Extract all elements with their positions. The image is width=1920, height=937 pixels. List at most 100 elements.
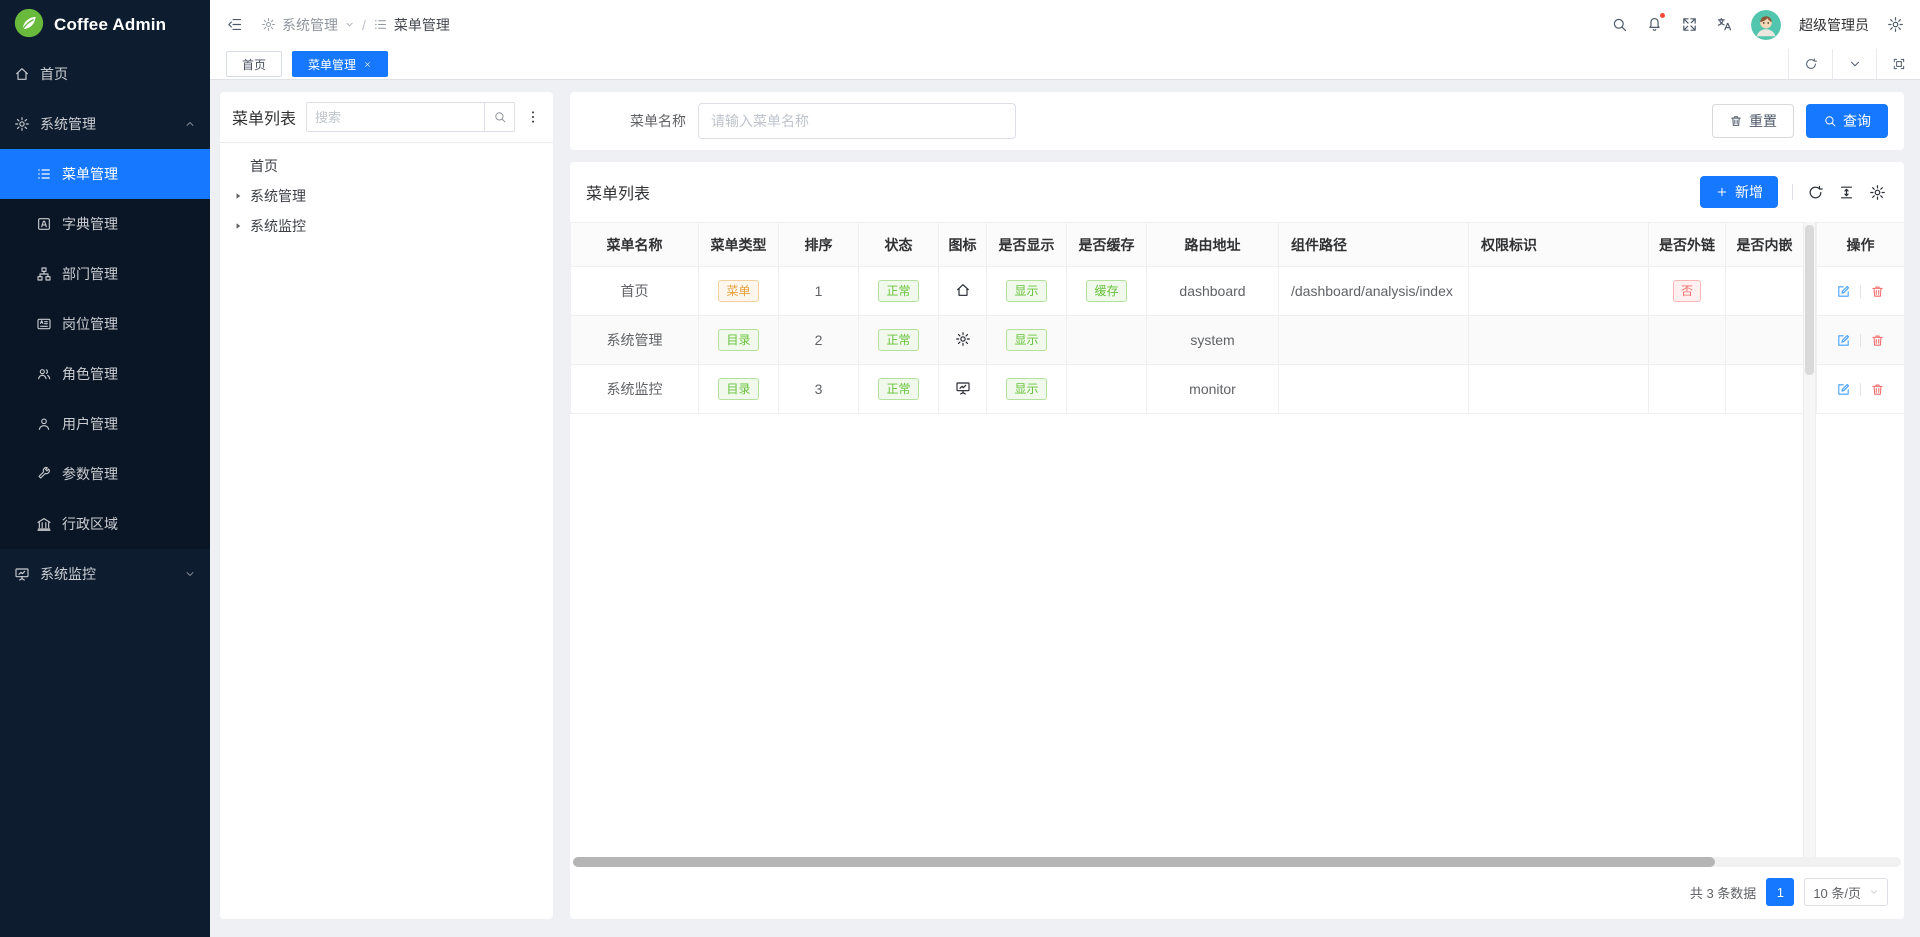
edit-icon[interactable] xyxy=(1836,333,1851,348)
column-header-图标: 图标 xyxy=(939,223,987,267)
filter-card: 菜单名称 重置 查询 xyxy=(570,92,1904,150)
action-divider xyxy=(1860,334,1861,347)
vertical-scrollbar-thumb[interactable] xyxy=(1805,225,1814,375)
menu-name-input[interactable] xyxy=(698,103,1016,139)
row-density-icon[interactable] xyxy=(1838,184,1855,201)
table-row[interactable]: 首页菜单1正常显示缓存dashboard/dashboard/analysis/… xyxy=(571,267,1905,316)
cell-actions xyxy=(1817,316,1905,365)
cell-menu-type: 目录 xyxy=(699,365,779,414)
add-button[interactable]: 新增 xyxy=(1700,176,1778,208)
cell-menu-name: 系统管理 xyxy=(571,316,699,365)
page-size-select[interactable]: 10 条/页 xyxy=(1804,878,1888,906)
sidebar-item-系统监控[interactable]: 系统监控 xyxy=(0,549,210,599)
tree-node-首页[interactable]: 首页 xyxy=(232,151,541,181)
status-badge: 显示 xyxy=(1006,378,1046,400)
search-icon[interactable] xyxy=(1611,16,1628,33)
translate-icon[interactable] xyxy=(1716,16,1733,33)
sidebar-subitem-字典管理[interactable]: 字典管理 xyxy=(0,199,210,249)
table-row[interactable]: 系统监控目录3正常显示monitor xyxy=(571,365,1905,414)
sidebar-subitem-角色管理[interactable]: 角色管理 xyxy=(0,349,210,399)
breadcrumb-item[interactable]: 系统管理 xyxy=(261,15,355,35)
cell-cache: 缓存 xyxy=(1067,267,1147,316)
menu-fold-icon[interactable] xyxy=(226,16,243,33)
edit-icon[interactable] xyxy=(1836,284,1851,299)
table-row[interactable]: 系统管理目录2正常显示system xyxy=(571,316,1905,365)
filter-buttons: 重置 查询 xyxy=(1712,104,1888,138)
search-icon xyxy=(493,110,507,124)
more-options-icon[interactable] xyxy=(525,109,541,125)
monitor-icon xyxy=(955,380,971,396)
breadcrumb: 系统管理 / 菜单管理 xyxy=(261,15,450,35)
maximize-icon xyxy=(1892,57,1906,71)
sidebar-subitem-参数管理[interactable]: 参数管理 xyxy=(0,449,210,499)
column-header-是否外链: 是否外链 xyxy=(1649,223,1726,267)
cell-visible: 显示 xyxy=(987,316,1067,365)
action-divider xyxy=(1860,285,1861,298)
sidebar-item-系统管理[interactable]: 系统管理 xyxy=(0,99,210,149)
menu-list-icon xyxy=(373,17,388,32)
caret-icon xyxy=(232,221,244,231)
fullscreen-icon[interactable] xyxy=(1681,16,1698,33)
column-settings-gear-icon[interactable] xyxy=(1869,184,1886,201)
menu-list-icon xyxy=(36,166,52,182)
breadcrumb-separator: / xyxy=(362,17,366,33)
sidebar-subitem-用户管理[interactable]: 用户管理 xyxy=(0,399,210,449)
tab-菜单管理[interactable]: 菜单管理 xyxy=(292,51,388,77)
trash-icon[interactable] xyxy=(1870,333,1885,348)
cell-icon xyxy=(939,316,987,365)
edit-icon[interactable] xyxy=(1836,382,1851,397)
settings-gear-icon[interactable] xyxy=(1887,16,1904,33)
tab-首页[interactable]: 首页 xyxy=(226,51,282,77)
gear-icon xyxy=(955,331,971,347)
breadcrumb-item[interactable]: 菜单管理 xyxy=(373,15,450,35)
pagination: 共 3 条数据 1 10 条/页 xyxy=(570,867,1904,919)
cell-icon xyxy=(939,365,987,414)
column-header-组件路径: 组件路径 xyxy=(1279,223,1469,267)
avatar[interactable] xyxy=(1751,10,1781,40)
maximize-content-button[interactable] xyxy=(1876,49,1920,79)
search-button[interactable]: 查询 xyxy=(1806,104,1888,138)
chevdown-icon xyxy=(344,19,355,30)
trash-icon[interactable] xyxy=(1870,382,1885,397)
gear-icon xyxy=(14,116,30,132)
username[interactable]: 超级管理员 xyxy=(1799,15,1869,35)
sidebar-subitem-岗位管理[interactable]: 岗位管理 xyxy=(0,299,210,349)
cell-route: monitor xyxy=(1147,365,1279,414)
column-header-排序: 排序 xyxy=(779,223,859,267)
sidebar-menu: 首页系统管理菜单管理字典管理部门管理岗位管理角色管理用户管理参数管理行政区域系统… xyxy=(0,49,210,599)
cell-component xyxy=(1279,365,1469,414)
horizontal-scrollbar-thumb[interactable] xyxy=(573,857,1715,867)
pagination-total: 共 3 条数据 xyxy=(1690,883,1756,902)
tree-node-系统管理[interactable]: 系统管理 xyxy=(232,181,541,211)
status-badge: 正常 xyxy=(878,280,918,302)
tree-search-button[interactable] xyxy=(484,103,514,131)
cell-menu-type: 目录 xyxy=(699,316,779,365)
topbar: 系统管理 / 菜单管理 超级管理员 xyxy=(210,0,1920,49)
sidebar-subitem-行政区域[interactable]: 行政区域 xyxy=(0,499,210,549)
sidebar-item-首页[interactable]: 首页 xyxy=(0,49,210,99)
cell-status: 正常 xyxy=(859,267,939,316)
reset-button[interactable]: 重置 xyxy=(1712,104,1794,138)
main-column: 系统管理/菜单管理 超级管理员 首页菜单管理 xyxy=(210,0,1920,937)
cell-menu-name: 系统监控 xyxy=(571,365,699,414)
refresh-icon[interactable] xyxy=(1807,184,1824,201)
plus-icon xyxy=(1715,185,1729,199)
tab-options-button[interactable] xyxy=(1832,49,1876,79)
cell-component: /dashboard/analysis/index xyxy=(1279,267,1469,316)
notifications-button[interactable] xyxy=(1646,15,1663,35)
close-icon xyxy=(363,60,372,69)
sidebar: Coffee Admin 首页系统管理菜单管理字典管理部门管理岗位管理角色管理用… xyxy=(0,0,210,937)
status-badge: 缓存 xyxy=(1086,280,1126,302)
horizontal-scrollbar-track[interactable] xyxy=(573,857,1901,867)
monitor-icon xyxy=(14,566,30,582)
tree-search-input[interactable] xyxy=(307,103,484,131)
trash-icon[interactable] xyxy=(1870,284,1885,299)
refresh-tab-button[interactable] xyxy=(1788,49,1832,79)
sidebar-subitem-菜单管理[interactable]: 菜单管理 xyxy=(0,149,210,199)
cell-order: 3 xyxy=(779,365,859,414)
sidebar-subitem-部门管理[interactable]: 部门管理 xyxy=(0,249,210,299)
tree-panel-header: 菜单列表 xyxy=(220,92,553,143)
tree-node-系统监控[interactable]: 系统监控 xyxy=(232,211,541,241)
column-header-权限标识: 权限标识 xyxy=(1469,223,1649,267)
page-number-button[interactable]: 1 xyxy=(1766,878,1794,906)
